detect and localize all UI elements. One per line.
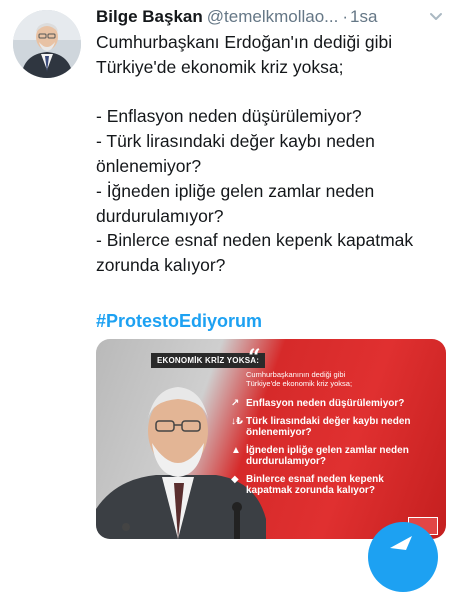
- tweet-line: Türkiye'de ekonomik kriz yoksa;: [96, 56, 344, 77]
- separator-dot: ·: [342, 7, 349, 26]
- tweet-line: zorunda kalıyor?: [96, 255, 226, 276]
- card-intro: Cumhurbaşkanının dediği gibi Türkiye'de …: [246, 370, 426, 388]
- display-name[interactable]: Bilge Başkan: [96, 7, 203, 26]
- user-handle[interactable]: @temelkmollao...: [207, 7, 339, 26]
- quote-mark: “: [248, 345, 261, 371]
- tweet-line: Cumhurbaşkanı Erdoğan'ın dediği gibi: [96, 32, 393, 52]
- shop-icon: ◆: [231, 474, 239, 485]
- avatar[interactable]: [13, 10, 81, 78]
- tweet-line: - Enflasyon neden düşürülemiyor?: [96, 106, 362, 127]
- lira-down-icon: ↓₺: [231, 416, 243, 427]
- tweet-line: - Türk lirasındaki değer kaybı neden: [96, 131, 375, 152]
- chart-up-icon: ↗: [231, 398, 240, 409]
- chevron-down-icon[interactable]: [427, 8, 445, 26]
- avatar-image: [13, 10, 81, 78]
- tweet-text: Cumhurbaşkanı Erdoğan'ın dediği gibi Tür…: [96, 30, 446, 278]
- tweet-line: önlenemiyor?: [96, 155, 202, 176]
- card-item-line: Enflasyon neden düşürülemiyor?: [246, 398, 405, 409]
- card-item-line: kapatmak zorunda kalıyor?: [246, 485, 375, 496]
- tweet[interactable]: Bilge Başkan @temelkmollao... · 1sa Cumhurb…: [0, 0, 461, 592]
- hashtag-link[interactable]: #ProtestoEdiyorum: [96, 309, 262, 333]
- compose-tweet-icon: [390, 536, 412, 550]
- media-card[interactable]: EKONOMİK KRİZ YOKSA: “ Cumhurbaşkanının …: [96, 339, 446, 539]
- card-item-line: İğneden ipliğe gelen zamlar neden: [246, 445, 409, 456]
- card-item-line: Türk lirasındaki değer kaybı neden: [246, 416, 411, 427]
- timestamp[interactable]: 1sa: [350, 7, 377, 26]
- tweet-line: - Binlerce esnaf neden kepenk kapatmak: [96, 230, 414, 251]
- card-intro-line: Cumhurbaşkanının dediği gibi: [246, 370, 346, 379]
- card-item-line: önlenemiyor?: [246, 427, 312, 438]
- tweet-header: Bilge Başkan @temelkmollao... · 1sa: [96, 6, 451, 30]
- tweet-line: - İğneden ipliğe gelen zamlar neden: [96, 180, 375, 201]
- compose-tweet-button[interactable]: [368, 522, 438, 592]
- card-item-line: durdurulamıyor?: [246, 456, 327, 467]
- price-tag-icon: ▲: [231, 445, 241, 456]
- card-intro-line: Türkiye'de ekonomik kriz yoksa;: [246, 379, 353, 388]
- tweet-line: durdurulamıyor?: [96, 205, 224, 226]
- card-item-line: Binlerce esnaf neden kepenk: [246, 474, 384, 485]
